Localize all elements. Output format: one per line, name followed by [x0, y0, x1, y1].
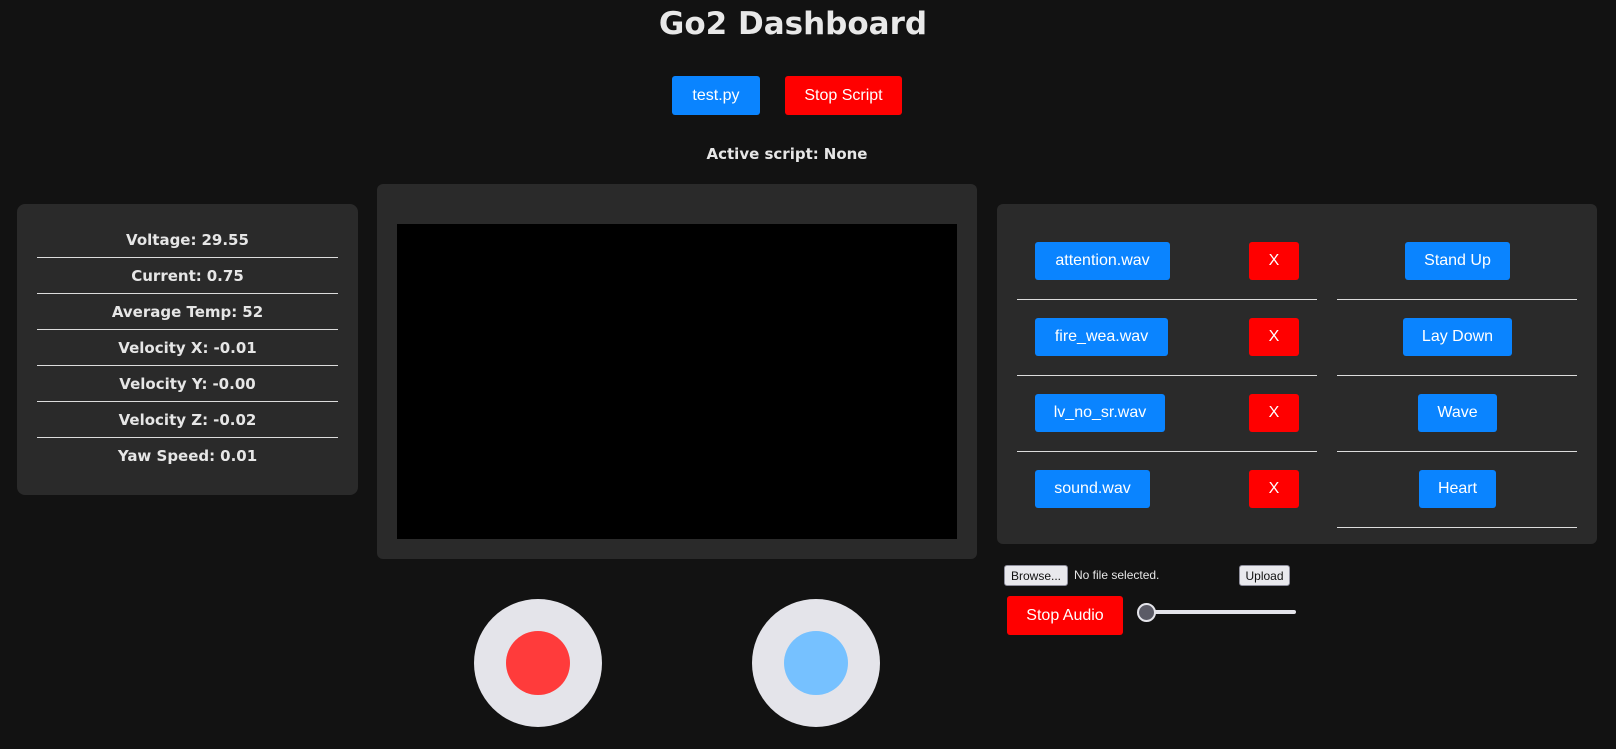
divider — [1337, 299, 1577, 300]
stop-script-button[interactable]: Stop Script — [785, 76, 902, 115]
stat-value: -0.00 — [212, 374, 256, 393]
action-heart-button[interactable]: Heart — [1419, 470, 1496, 508]
stat-label: Current: — [131, 266, 202, 285]
stat-label: Voltage: — [126, 230, 197, 249]
left-joystick[interactable] — [474, 599, 602, 727]
audio-file-delete-button[interactable]: X — [1249, 470, 1299, 508]
stat-velocity-y: Velocity Y: -0.00 — [37, 366, 338, 402]
stat-value: 0.75 — [206, 266, 244, 285]
divider — [1337, 451, 1577, 452]
active-script-label: Active script: — [706, 145, 819, 163]
page-title: Go2 Dashboard — [658, 6, 928, 42]
audio-file-delete-button[interactable]: X — [1249, 394, 1299, 432]
stat-value: 29.55 — [201, 230, 249, 249]
volume-slider-thumb[interactable] — [1137, 603, 1156, 622]
audio-file-play-button[interactable]: lv_no_sr.wav — [1035, 394, 1165, 432]
divider — [1337, 375, 1577, 376]
stat-value: 52 — [242, 302, 264, 321]
action-stand-up-button[interactable]: Stand Up — [1405, 242, 1510, 280]
action-wave-button[interactable]: Wave — [1418, 394, 1497, 432]
left-joystick-knob[interactable] — [506, 631, 570, 695]
stat-yaw-speed: Yaw Speed: 0.01 — [37, 438, 338, 474]
file-status-text: No file selected. — [1074, 568, 1160, 582]
stat-label: Yaw Speed: — [117, 447, 216, 465]
active-script-value: None — [823, 145, 868, 163]
stat-value: 0.01 — [220, 447, 258, 465]
stat-label: Velocity X: — [118, 338, 209, 357]
divider — [1017, 299, 1317, 300]
stat-label: Velocity Y: — [119, 374, 208, 393]
audio-file-play-button[interactable]: sound.wav — [1035, 470, 1150, 508]
stat-voltage: Voltage: 29.55 — [37, 222, 338, 258]
stat-label: Average Temp: — [111, 302, 238, 321]
stop-audio-button[interactable]: Stop Audio — [1007, 596, 1123, 635]
video-panel — [377, 184, 977, 559]
telemetry-panel: Voltage: 29.55 Current: 0.75 Average Temp:… — [17, 204, 358, 495]
stat-velocity-x: Velocity X: -0.01 — [37, 330, 338, 366]
volume-slider[interactable] — [1146, 610, 1296, 614]
right-joystick-knob[interactable] — [784, 631, 848, 695]
stat-average-temp: Average Temp: 52 — [37, 294, 338, 330]
stat-label: Velocity Z: — [118, 410, 209, 429]
divider — [1017, 451, 1317, 452]
audio-file-play-button[interactable]: attention.wav — [1035, 242, 1170, 280]
divider — [1017, 375, 1317, 376]
stat-value: -0.02 — [213, 410, 257, 429]
right-joystick[interactable] — [752, 599, 880, 727]
action-lay-down-button[interactable]: Lay Down — [1403, 318, 1512, 356]
active-script-status: Active script: None — [0, 145, 1574, 163]
audio-file-delete-button[interactable]: X — [1249, 318, 1299, 356]
stat-value: -0.01 — [213, 338, 257, 357]
browse-file-button[interactable]: Browse... — [1004, 565, 1068, 586]
audio-file-play-button[interactable]: fire_wea.wav — [1035, 318, 1168, 356]
upload-button[interactable]: Upload — [1239, 565, 1290, 586]
stat-velocity-z: Velocity Z: -0.02 — [37, 402, 338, 438]
divider — [1337, 527, 1577, 528]
audio-file-delete-button[interactable]: X — [1249, 242, 1299, 280]
video-feed — [397, 224, 957, 539]
script-button-test-py[interactable]: test.py — [672, 76, 760, 115]
stat-current: Current: 0.75 — [37, 258, 338, 294]
